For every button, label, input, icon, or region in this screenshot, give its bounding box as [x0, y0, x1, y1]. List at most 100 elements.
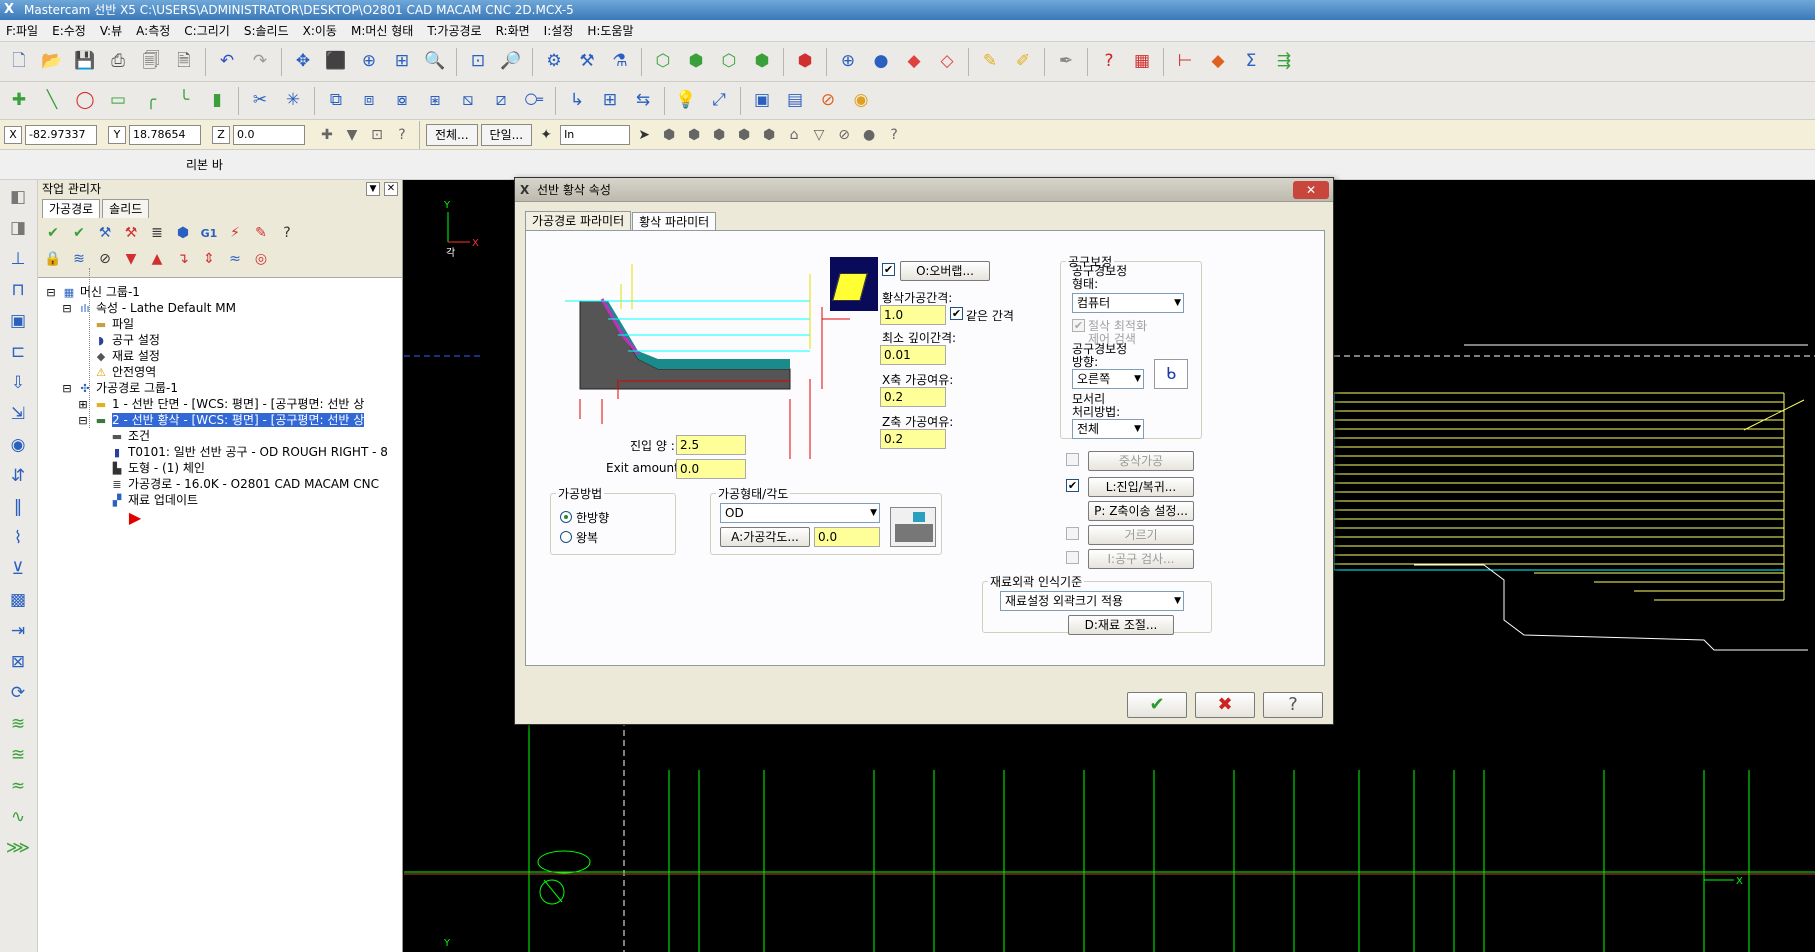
break-icon[interactable]: ✳	[278, 86, 308, 116]
insert-arrow[interactable]: ▶	[128, 510, 146, 526]
mirror-icon[interactable]: ⧇	[387, 86, 417, 116]
pan-icon[interactable]: ✥	[288, 47, 318, 77]
semi-finish-button[interactable]: 중삭가공	[1088, 451, 1194, 471]
menu-edit[interactable]: E:수정	[52, 22, 86, 39]
line-icon[interactable]: ╲	[37, 86, 67, 116]
menu-settings[interactable]: I:설정	[544, 22, 574, 39]
menu-screen[interactable]: R:화면	[496, 22, 530, 39]
menu-toolpaths[interactable]: T:가공경로	[427, 22, 481, 39]
c-axis-icon[interactable]: ⟳	[4, 679, 32, 707]
zoom-target-icon[interactable]: ⊞	[387, 47, 417, 77]
cube-top-icon[interactable]: ⬢	[681, 47, 711, 77]
tree-properties[interactable]: ⊟ ılı 속성 - Lathe Default MM	[60, 300, 236, 316]
menu-file[interactable]: F:파일	[6, 22, 38, 39]
entry-amount-input[interactable]: 2.5	[676, 435, 746, 455]
selection-mode-icon[interactable]: ✦	[535, 120, 557, 150]
move-up-icon[interactable]: ▲	[146, 248, 168, 270]
c-axis-drill-icon[interactable]: ≊	[4, 741, 32, 769]
backplot-icon[interactable]: ▣	[747, 86, 777, 116]
regen-all-icon[interactable]: ⚒	[94, 222, 116, 244]
menu-analyze[interactable]: A:측정	[136, 22, 170, 39]
eraser-icon[interactable]: ◆	[899, 47, 929, 77]
tree-stock-setup[interactable]: ◆ 재료 설정	[94, 348, 160, 364]
lightbulb-icon[interactable]: 💡	[671, 86, 701, 116]
close-icon[interactable]: ✕	[384, 182, 398, 196]
tree-toolpath[interactable]: ≣ 가공경로 - 16.0K - O2801 CAD MACAM CNC	[110, 476, 379, 492]
face-contour-icon[interactable]: ∿	[4, 803, 32, 831]
select-area-icon[interactable]: ⬢	[758, 120, 780, 150]
roll-icon[interactable]: ⇆	[628, 86, 658, 116]
target-icon[interactable]: ◎	[250, 248, 272, 270]
cylinder-icon[interactable]: ▮	[202, 86, 232, 116]
tree-safety-zone[interactable]: ⚠ 안전영역	[94, 364, 156, 380]
cut-type-select[interactable]: OD ▼	[720, 503, 880, 523]
properties-page-icon[interactable]: 🗎	[169, 47, 199, 77]
comp-direction-icon[interactable]: ᑲ	[1154, 359, 1188, 389]
cut-direction-zigzag-radio[interactable]	[560, 531, 572, 543]
sum-icon[interactable]: Σ	[1236, 47, 1266, 77]
select-single-button[interactable]: 단일...	[480, 123, 533, 146]
select-all-button[interactable]: 전체...	[426, 123, 478, 146]
select-part-icon[interactable]: ⌂	[783, 120, 805, 150]
pencil-icon[interactable]: ✎	[975, 47, 1005, 77]
eraser-outline-icon[interactable]: ◇	[932, 47, 962, 77]
cube-isometric-icon[interactable]: ⬡	[648, 47, 678, 77]
face-icon[interactable]: ◧	[4, 183, 32, 211]
zoom-selected-icon[interactable]: ⊡	[463, 47, 493, 77]
lead-in-out-button[interactable]: L:진입/복귀...	[1088, 477, 1194, 497]
move-down-icon[interactable]: ▼	[120, 248, 142, 270]
translate-icon[interactable]: ⧉	[321, 86, 351, 116]
ruler-icon[interactable]: ⤢	[704, 86, 734, 116]
z-stock-input[interactable]: 0.2	[880, 429, 946, 449]
tree-stock-update[interactable]: ▞ 재료 업데이트	[110, 492, 198, 508]
comp-type-select[interactable]: 컴퓨터 ▼	[1072, 293, 1184, 313]
expand-icon[interactable]: ⊟	[60, 381, 74, 397]
tab-rough-parameters[interactable]: 황삭 파라미터	[632, 212, 717, 231]
circle-icon[interactable]: ◯	[70, 86, 100, 116]
canned-icon[interactable]: ◉	[4, 431, 32, 459]
zoom-window-icon[interactable]: ⊕	[354, 47, 384, 77]
autocursor-icon[interactable]: ⊡	[366, 120, 388, 150]
tree-tool[interactable]: ▮ T0101: 일반 선반 공구 - OD ROUGH RIGHT - 8	[110, 444, 388, 460]
cross-contour-icon[interactable]: ≈	[4, 772, 32, 800]
selection-help-icon[interactable]: ?	[883, 120, 905, 150]
stock-flip-icon[interactable]: ⇵	[4, 462, 32, 490]
scroll-arrows-icon[interactable]: ⇕	[198, 248, 220, 270]
chamfer-icon[interactable]: ╰	[169, 86, 199, 116]
optimize-checkbox[interactable]: ✔	[1072, 319, 1085, 332]
menu-help[interactable]: H:도움말	[587, 22, 633, 39]
transform-icon[interactable]: ⇥	[4, 617, 32, 645]
chuck-icon[interactable]: ▩	[4, 586, 32, 614]
cancel-button[interactable]: ✖	[1195, 692, 1255, 718]
zoom-icon[interactable]: 🔍	[420, 47, 450, 77]
point-icon[interactable]: ✚	[4, 86, 34, 116]
y-coord-input[interactable]: 18.78654	[129, 124, 201, 145]
cube-front-icon[interactable]: ⬡	[714, 47, 744, 77]
cut-direction-one-way-radio[interactable]	[560, 511, 572, 523]
scale-icon[interactable]: ⧆	[420, 86, 450, 116]
backplot-ops-icon[interactable]: ≣	[146, 222, 168, 244]
adjust-stock-button[interactable]: D:재료 조절...	[1068, 615, 1174, 635]
dimension-icon[interactable]: ⊢	[1170, 47, 1200, 77]
lock-icon[interactable]: 🔒	[42, 248, 64, 270]
face-drill-icon[interactable]: ⋙	[4, 834, 32, 862]
stock-advance-icon[interactable]: ‖	[4, 493, 32, 521]
toggle-display-icon[interactable]: ≋	[68, 248, 90, 270]
y-coord-label[interactable]: Y	[108, 125, 126, 144]
fillet-icon[interactable]: ╭	[136, 86, 166, 116]
tab-toolpaths[interactable]: 가공경로	[42, 199, 101, 218]
offset-icon[interactable]: ⧅	[453, 86, 483, 116]
select-window-icon[interactable]: ⬢	[683, 120, 705, 150]
undo-icon[interactable]: ↶	[212, 47, 242, 77]
tree-tool-settings[interactable]: ◗ 공구 설정	[94, 332, 160, 348]
help-button[interactable]: ?	[1263, 692, 1323, 718]
open-file-icon[interactable]: 📂	[37, 47, 67, 77]
sphere-icon[interactable]: ●	[866, 47, 896, 77]
expand-icon[interactable]: ⊟	[60, 301, 74, 317]
exclude-icon[interactable]: ⊘	[833, 120, 855, 150]
shading-cube-icon[interactable]: ⬢	[790, 47, 820, 77]
lead-in-out-checkbox[interactable]: ✔	[1066, 479, 1079, 492]
delete-ops-icon[interactable]: ✎	[250, 222, 272, 244]
unit-select[interactable]: In	[560, 124, 631, 145]
select-vector-icon[interactable]: ⬢	[733, 120, 755, 150]
